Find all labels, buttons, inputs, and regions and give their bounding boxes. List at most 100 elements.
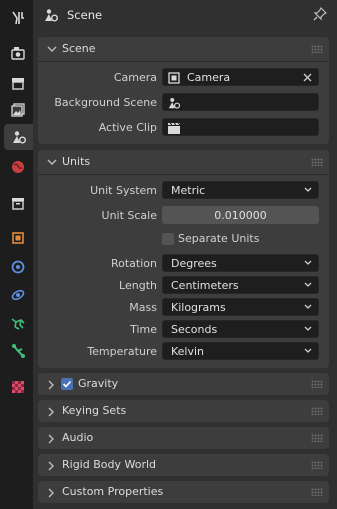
collection-icon <box>12 198 24 210</box>
active-clip-label: Active Clip <box>98 121 157 134</box>
audio-title: Audio <box>62 431 94 444</box>
units-panel: Units Unit System Metric Unit Scale 0.01… <box>38 150 329 368</box>
tab-physics[interactable] <box>5 310 31 336</box>
temperature-value: Kelvin <box>171 345 205 358</box>
units-panel-title: Units <box>62 155 91 168</box>
camera-field[interactable]: Camera <box>162 68 319 86</box>
scene-panel-header[interactable]: Scene <box>38 37 329 61</box>
clapperboard-icon <box>168 122 181 134</box>
temperature-row: Temperature Kelvin <box>38 342 329 362</box>
tab-tool[interactable] <box>5 5 31 31</box>
tab-view-layer[interactable] <box>5 97 31 123</box>
mass-dropdown[interactable]: Kilograms <box>162 298 319 316</box>
scene-icon <box>168 98 181 109</box>
active-clip-field[interactable] <box>162 118 319 136</box>
unit-scale-slider[interactable]: 0.010000 <box>162 206 319 224</box>
pin-icon[interactable] <box>313 7 327 21</box>
drag-handle[interactable] <box>311 158 323 166</box>
rigid-body-world-panel[interactable]: Rigid Body World <box>38 454 329 476</box>
drag-handle[interactable] <box>311 488 323 496</box>
unit-scale-label: Unit Scale <box>101 209 157 222</box>
editor-header: Scene <box>33 0 337 30</box>
tab-output[interactable] <box>5 70 31 96</box>
length-dropdown[interactable]: Centimeters <box>162 276 319 294</box>
unit-system-dropdown[interactable]: Metric <box>162 181 319 199</box>
chevron-down-icon <box>304 304 312 309</box>
chevron-down-icon <box>304 282 312 287</box>
unit-scale-value: 0.010000 <box>214 209 267 222</box>
mass-row: Mass Kilograms <box>38 298 329 318</box>
scene-icon <box>12 131 26 144</box>
chevron-down-icon <box>304 187 312 192</box>
drag-handle[interactable] <box>311 407 323 415</box>
audio-panel-header[interactable]: Audio <box>38 427 329 449</box>
chevron-right-icon <box>48 380 54 390</box>
rigid-body-world-title: Rigid Body World <box>62 458 157 471</box>
unit-scale-row: Unit Scale 0.010000 <box>38 206 329 226</box>
active-clip-row: Active Clip <box>38 118 329 138</box>
camera-value: Camera <box>187 71 231 84</box>
temperature-dropdown[interactable]: Kelvin <box>162 342 319 360</box>
object-icon <box>12 232 24 244</box>
tab-constraints[interactable] <box>5 338 31 364</box>
gravity-checkbox[interactable] <box>61 378 73 390</box>
tab-render[interactable] <box>5 40 31 66</box>
tab-world[interactable] <box>5 154 31 180</box>
drag-handle[interactable] <box>311 461 323 469</box>
texture-icon <box>12 381 24 393</box>
gravity-panel[interactable]: Gravity <box>38 373 329 395</box>
length-label: Length <box>119 279 157 292</box>
background-scene-row: Background Scene <box>38 93 329 113</box>
close-icon[interactable] <box>303 73 312 82</box>
time-value: Seconds <box>171 323 218 336</box>
chevron-down-icon <box>47 46 57 52</box>
gravity-title: Gravity <box>78 377 119 390</box>
tab-modifier[interactable] <box>5 254 31 280</box>
unit-system-label: Unit System <box>90 184 157 197</box>
chevron-down-icon <box>47 159 57 165</box>
custom-properties-title: Custom Properties <box>62 485 164 498</box>
background-scene-field[interactable] <box>162 93 319 111</box>
gravity-panel-header[interactable]: Gravity <box>38 373 329 395</box>
custom-properties-panel[interactable]: Custom Properties <box>38 481 329 503</box>
keying-sets-title: Keying Sets <box>62 404 127 417</box>
rotation-dropdown[interactable]: Degrees <box>162 254 319 272</box>
output-icon <box>12 78 24 90</box>
keying-sets-panel[interactable]: Keying Sets <box>38 400 329 422</box>
length-row: Length Centimeters <box>38 276 329 296</box>
scene-icon <box>45 9 58 22</box>
tab-texture[interactable] <box>5 374 31 400</box>
audio-panel[interactable]: Audio <box>38 427 329 449</box>
rotation-value: Degrees <box>171 257 217 270</box>
scene-panel: Scene Camera Camera Background Scene Act… <box>38 37 329 144</box>
units-panel-header[interactable]: Units <box>38 150 329 174</box>
keying-sets-panel-header[interactable]: Keying Sets <box>38 400 329 422</box>
tab-particles[interactable] <box>5 282 31 308</box>
drag-handle[interactable] <box>311 380 323 388</box>
time-label: Time <box>130 323 157 336</box>
mass-label: Mass <box>129 301 157 314</box>
render-icon <box>11 47 25 60</box>
time-dropdown[interactable]: Seconds <box>162 320 319 338</box>
drag-handle[interactable] <box>311 45 323 53</box>
camera-object-icon <box>168 72 180 84</box>
tab-scene[interactable] <box>4 124 33 150</box>
mass-value: Kilograms <box>171 301 226 314</box>
tab-collection[interactable] <box>5 190 31 216</box>
properties-editor: Scene Scene Camera Camera Background Sce… <box>33 0 337 509</box>
drag-handle[interactable] <box>311 434 323 442</box>
chevron-down-icon <box>304 326 312 331</box>
custom-properties-panel-header[interactable]: Custom Properties <box>38 481 329 503</box>
separate-units-checkbox[interactable] <box>162 233 174 245</box>
temperature-label: Temperature <box>87 345 157 358</box>
rigid-body-world-panel-header[interactable]: Rigid Body World <box>38 454 329 476</box>
unit-system-row: Unit System Metric <box>38 181 329 201</box>
modifier-icon <box>11 260 25 274</box>
separate-units-row: Separate Units <box>38 230 329 250</box>
rotation-label: Rotation <box>110 257 157 270</box>
tab-object[interactable] <box>5 225 31 251</box>
physics-icon <box>11 318 25 330</box>
chevron-right-icon <box>48 407 54 417</box>
camera-row: Camera Camera <box>38 68 329 88</box>
time-row: Time Seconds <box>38 320 329 340</box>
